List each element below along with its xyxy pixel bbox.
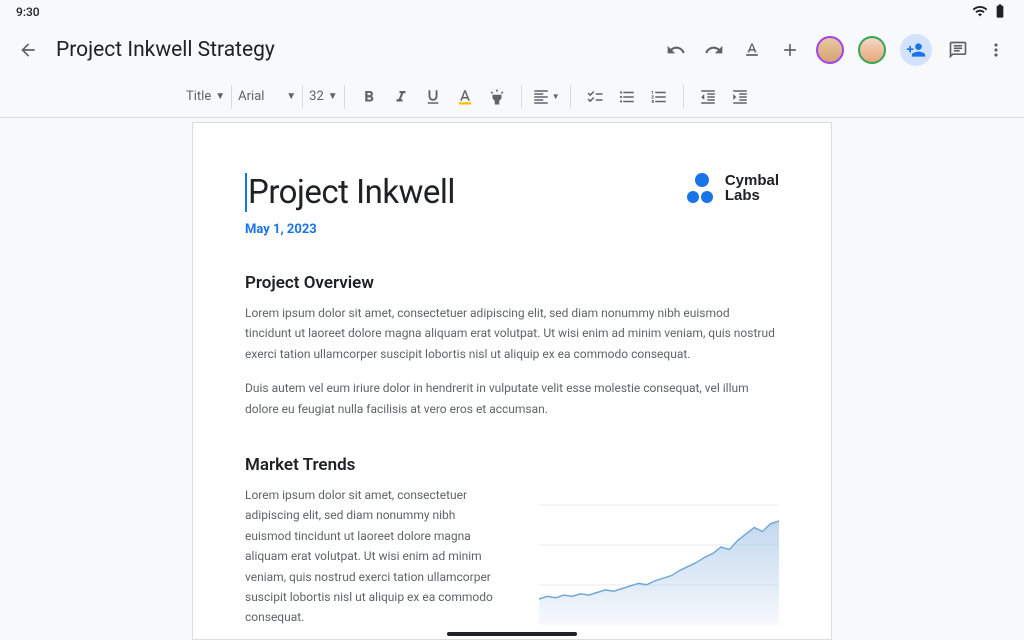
nav-pill[interactable] bbox=[447, 632, 577, 636]
status-icons bbox=[972, 3, 1008, 22]
font-select[interactable]: Arial▼ bbox=[232, 85, 302, 108]
status-time: 9:30 bbox=[16, 5, 40, 19]
doc-date[interactable]: May 1, 2023 bbox=[245, 222, 455, 237]
numbered-list-icon[interactable] bbox=[645, 83, 673, 111]
text-format-icon[interactable] bbox=[740, 38, 764, 62]
body-paragraph[interactable]: Lorem ipsum dolor sit amet, consectetuer… bbox=[245, 303, 779, 364]
comment-icon[interactable] bbox=[946, 38, 970, 62]
collaborator-avatar-1[interactable] bbox=[816, 36, 844, 64]
market-trends-chart bbox=[522, 485, 779, 625]
battery-icon bbox=[992, 3, 1008, 22]
add-icon[interactable] bbox=[778, 38, 802, 62]
section-heading-overview[interactable]: Project Overview bbox=[245, 273, 779, 293]
italic-icon[interactable] bbox=[387, 83, 415, 111]
text-color-icon[interactable] bbox=[451, 83, 479, 111]
highlight-icon[interactable] bbox=[483, 83, 511, 111]
align-icon[interactable]: ▼ bbox=[532, 83, 560, 111]
document-page[interactable]: Project Inkwell May 1, 2023 CymbalLabs P… bbox=[192, 122, 832, 640]
indent-decrease-icon[interactable] bbox=[694, 83, 722, 111]
body-paragraph[interactable]: Duis autem vel eum iriure dolor in hendr… bbox=[245, 378, 779, 419]
indent-increase-icon[interactable] bbox=[726, 83, 754, 111]
format-toolbar: Title▼ Arial▼ 32▼ ▼ bbox=[0, 76, 1024, 118]
document-title[interactable]: Project Inkwell Strategy bbox=[56, 38, 275, 62]
bulleted-list-icon[interactable] bbox=[613, 83, 641, 111]
paragraph-style-select[interactable]: Title▼ bbox=[180, 85, 231, 108]
section-heading-trends[interactable]: Market Trends bbox=[245, 455, 779, 475]
title-bar: Project Inkwell Strategy bbox=[0, 24, 1024, 76]
underline-icon[interactable] bbox=[419, 83, 447, 111]
wifi-icon bbox=[972, 3, 988, 22]
body-paragraph[interactable]: Lorem ipsum dolor sit amet, consectetuer… bbox=[245, 485, 502, 628]
undo-icon[interactable] bbox=[664, 38, 688, 62]
share-button[interactable] bbox=[900, 34, 932, 66]
more-vert-icon[interactable] bbox=[984, 38, 1008, 62]
redo-icon[interactable] bbox=[702, 38, 726, 62]
bold-icon[interactable] bbox=[355, 83, 383, 111]
back-arrow-icon[interactable] bbox=[16, 38, 40, 62]
checklist-icon[interactable] bbox=[581, 83, 609, 111]
document-canvas[interactable]: Project Inkwell May 1, 2023 CymbalLabs P… bbox=[0, 118, 1024, 640]
status-bar: 9:30 bbox=[0, 0, 1024, 24]
doc-heading-1[interactable]: Project Inkwell bbox=[245, 173, 455, 212]
logo-mark-icon bbox=[687, 173, 717, 203]
company-logo: CymbalLabs bbox=[687, 173, 779, 203]
font-size-select[interactable]: 32▼ bbox=[303, 85, 344, 108]
collaborator-avatar-2[interactable] bbox=[858, 36, 886, 64]
logo-text: CymbalLabs bbox=[725, 173, 779, 203]
